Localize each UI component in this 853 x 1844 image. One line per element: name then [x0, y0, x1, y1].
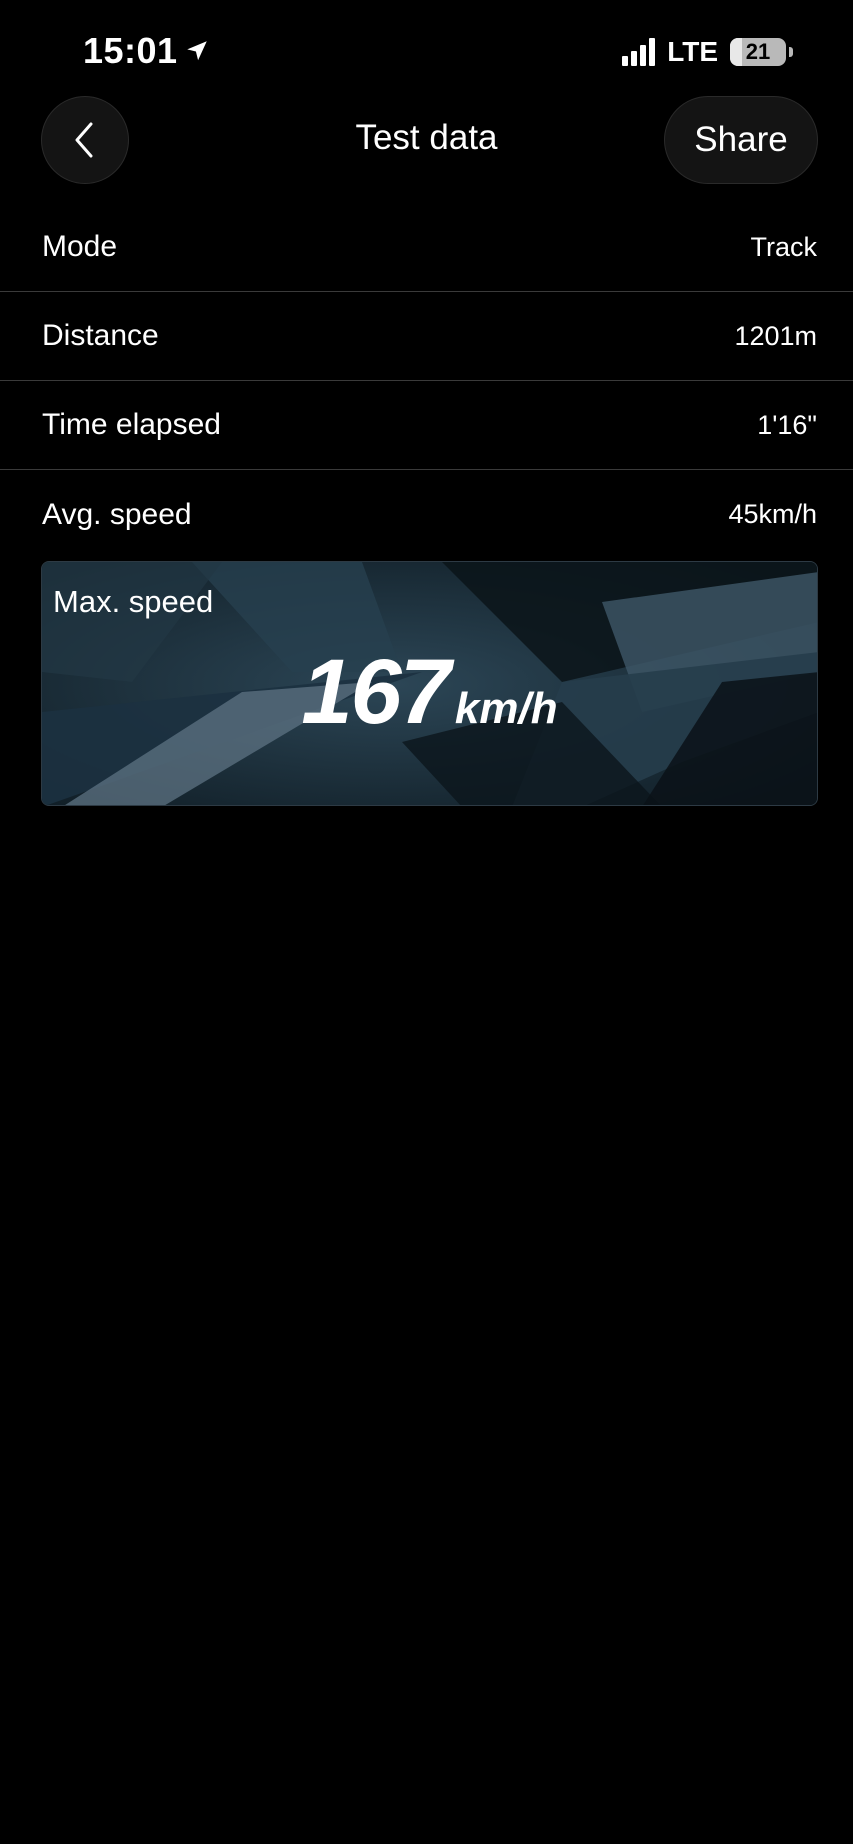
row-value: Track [750, 231, 818, 262]
status-indicators: LTE 21 [622, 36, 793, 68]
network-type: LTE [667, 36, 718, 67]
max-speed-number: 167 [301, 641, 450, 743]
status-time-text: 15:01 [83, 30, 178, 71]
signal-icon [622, 38, 656, 66]
row-time-elapsed: Time elapsed 1'16" [0, 381, 853, 470]
row-label: Time elapsed [42, 408, 221, 441]
battery-level: 21 [745, 39, 771, 64]
battery-tip [789, 47, 793, 57]
row-label: Mode [42, 230, 118, 263]
row-value: 1201m [734, 320, 817, 351]
share-button[interactable]: Share [664, 96, 818, 184]
row-mode: Mode Track [0, 203, 853, 292]
location-arrow-icon [186, 41, 207, 61]
row-value: 45km/h [728, 499, 817, 529]
nav-bar: Test data Share [0, 96, 853, 184]
row-distance: Distance 1201m [0, 292, 853, 381]
row-label: Distance [42, 319, 159, 352]
battery-fill [730, 38, 742, 66]
max-speed-unit: km/h [454, 684, 558, 733]
max-speed-label: Max. speed [53, 584, 214, 619]
status-bar: 15:01 LTE 21 [0, 0, 853, 100]
row-label: Avg. speed [42, 497, 192, 531]
row-value: 1'16" [757, 409, 817, 440]
battery-icon: 21 [730, 38, 786, 66]
max-speed-value: 167 km/h [42, 640, 817, 745]
status-time: 15:01 [83, 30, 210, 72]
row-avg-speed: Avg. speed 45km/h [0, 470, 853, 559]
max-speed-card: Max. speed 167 km/h [41, 561, 818, 806]
test-data-list: Mode Track Distance 1201m Time elapsed 1… [0, 203, 853, 559]
